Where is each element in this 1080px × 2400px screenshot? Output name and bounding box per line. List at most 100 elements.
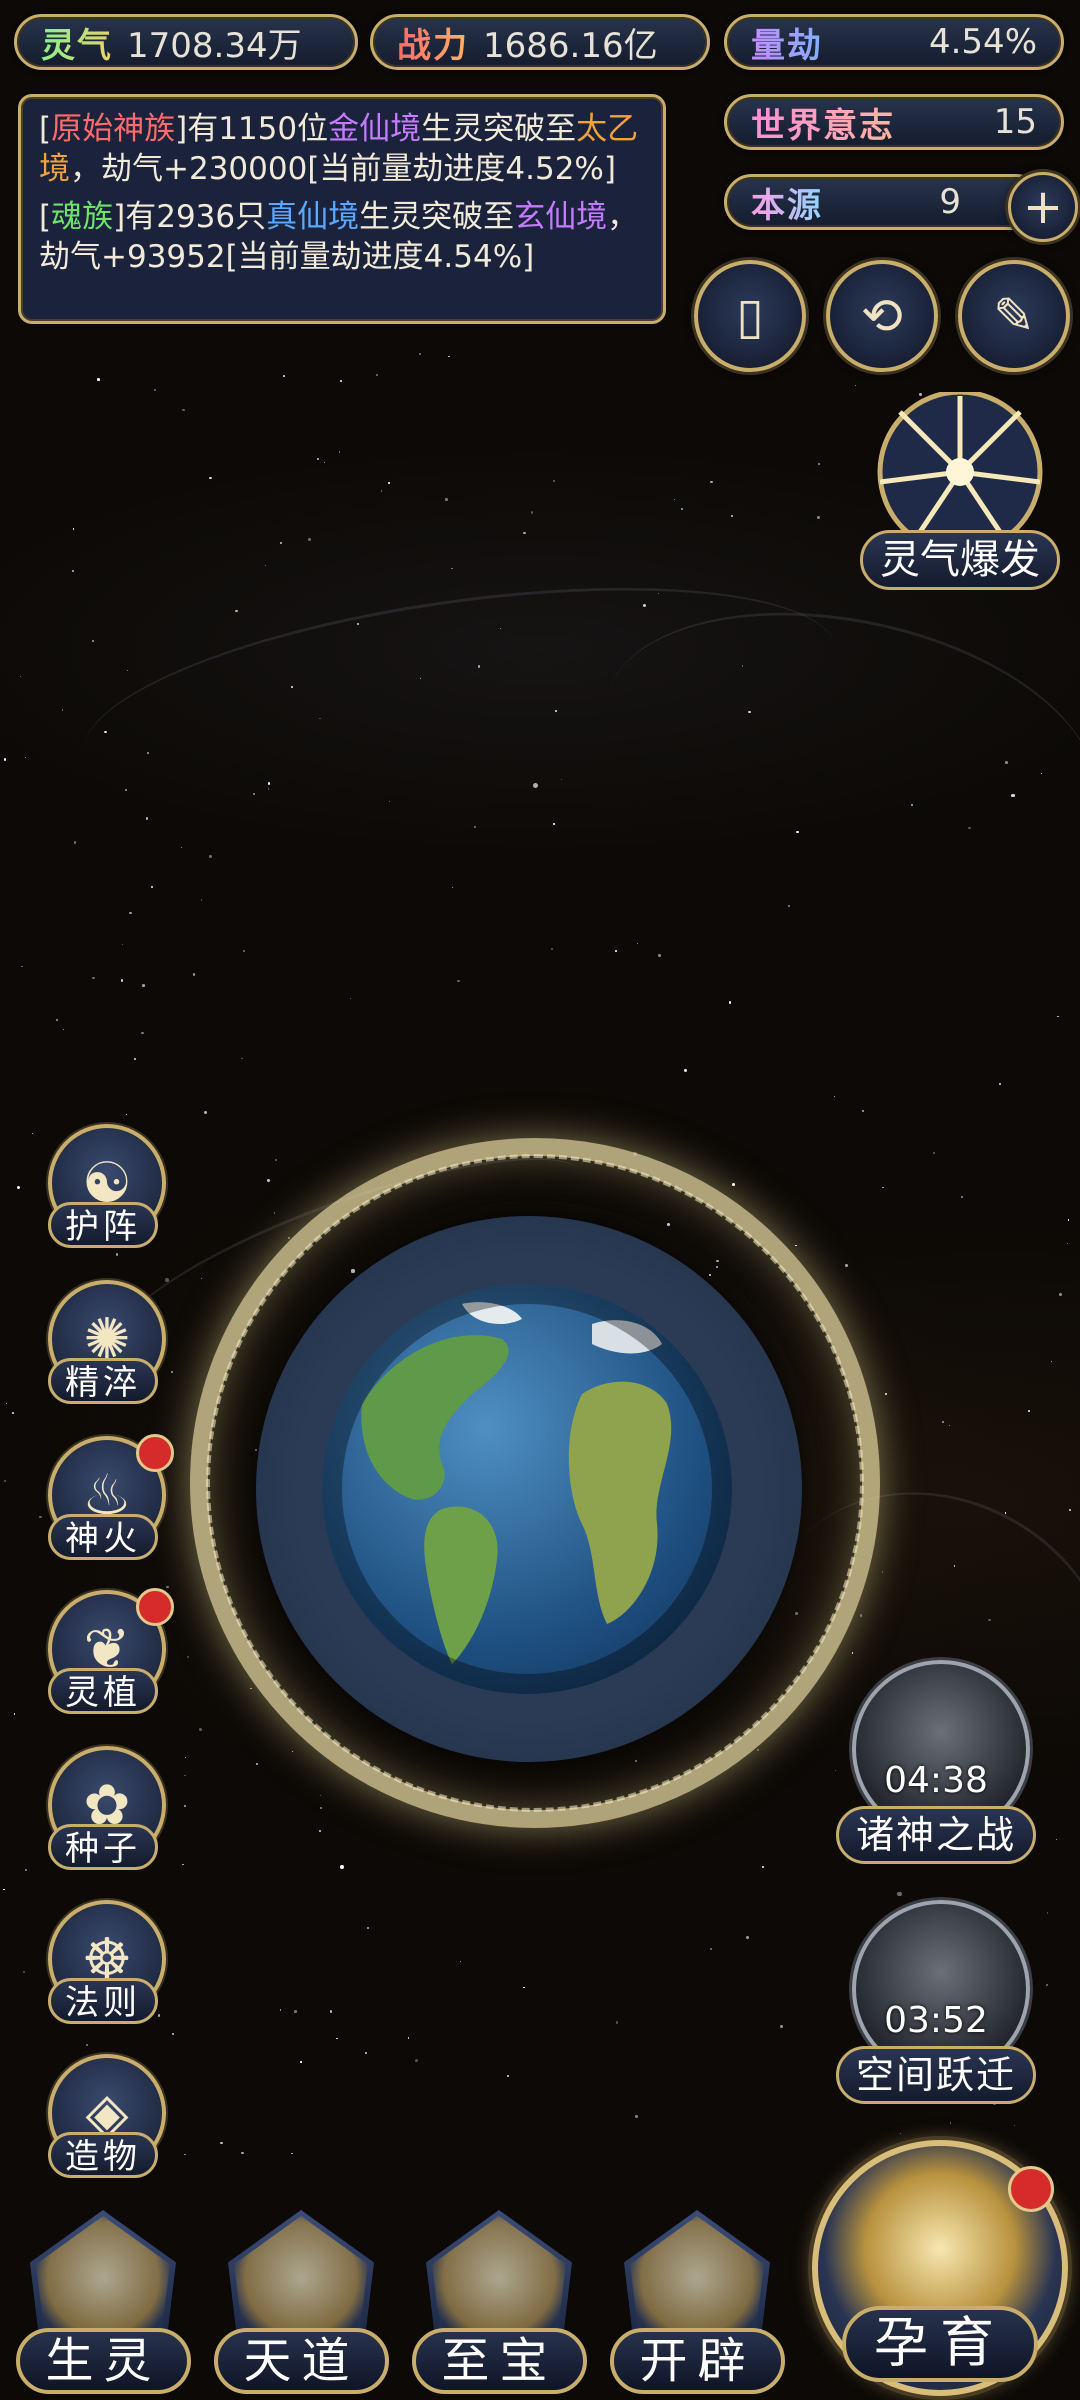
star [756,1749,759,1751]
nav-kaipi[interactable]: 开辟 [610,2210,785,2400]
nav-shengling[interactable]: 生灵 [16,2210,191,2400]
left-menu-button[interactable]: ♨ 神火 [38,1434,174,1566]
star [282,375,285,377]
star [300,2061,302,2063]
star [780,2025,783,2028]
nav-label: 天道 [214,2328,389,2394]
star [851,1652,854,1654]
notification-badge [136,1434,174,1472]
star [523,1986,525,1989]
continents-graphic [322,1284,732,1694]
zhanli-value: 1686.16亿 [483,25,658,66]
benyuan-label: 本源 [751,178,823,227]
left-menu-button[interactable]: ✺ 精淬 [38,1280,168,1410]
star [897,1891,902,1897]
star [340,379,343,382]
yunyu-badge [1008,2166,1054,2212]
lingqi-burst-button[interactable]: 灵气爆发 [860,389,1060,592]
star [787,904,790,907]
star [933,1151,935,1154]
scroll-icon: ✎ [993,287,1035,345]
star [673,498,675,500]
star [380,490,383,492]
log-realm-target: 玄仙境 [514,199,608,235]
left-menu-label: 护阵 [48,1202,158,1248]
scroll-button[interactable]: ✎ [958,260,1070,372]
nav-zhibao[interactable]: 至宝 [412,2210,587,2400]
card-icon: ▯ [736,287,764,345]
star [414,2058,418,2062]
log-text: 有2936只 [125,199,267,235]
event-timer: 04:38 [884,1760,988,1801]
liangjie-value: 4.54% [928,22,1037,62]
star [142,984,145,987]
star [988,1618,991,1621]
burst-label: 灵气爆发 [860,530,1060,590]
zhanli-pill[interactable]: 战力 1686.16亿 [370,14,710,70]
star [530,511,533,514]
star [86,2044,88,2046]
event-space-jump-button[interactable]: 03:52 空间跃迁 [836,1900,1036,2110]
event-gods-war-button[interactable]: 04:38 诸神之战 [836,1660,1036,1870]
left-menu-button[interactable]: ☸ 法则 [38,1900,168,2030]
star [124,788,127,792]
star [942,1420,944,1423]
star [953,1565,956,1567]
star [457,979,460,982]
lingqi-pill[interactable]: 灵气 1708.34万 [14,14,358,70]
star [1067,1219,1070,1221]
star [96,378,100,381]
star [1028,1409,1030,1412]
star [3,1888,5,1890]
log-entry: [魂族]有2936只真仙境生灵突破至玄仙境，劫气+93952[当前量劫进度4.5… [39,199,639,275]
star [388,481,390,484]
card-button[interactable]: ▯ [694,260,806,372]
star [615,2021,619,2024]
star [264,564,266,566]
left-menu-button[interactable]: ❦ 灵植 [38,1588,174,1720]
left-menu-button[interactable]: ✿ 种子 [38,1746,168,1876]
yunyu-button[interactable]: 孕育 [812,2140,1068,2396]
log-entry: [原始神族]有1150位金仙境生灵突破至太乙境，劫气+230000[当前量劫进度… [39,111,639,187]
star [129,911,132,914]
shijie-yizhi-value: 15 [993,102,1037,142]
left-menu-label: 灵植 [48,1668,158,1714]
event-label: 空间跃迁 [836,2046,1036,2104]
star [267,1179,271,1182]
plus-icon: + [1022,179,1064,235]
benyuan-pill[interactable]: 本源 9 [724,174,1044,230]
star [3,758,6,761]
star [141,1031,144,1034]
lingqi-value: 1708.34万 [127,25,302,66]
star [949,2122,952,2124]
nav-label: 开辟 [610,2328,785,2394]
left-menu-label: 神火 [48,1514,158,1560]
star [184,2153,186,2156]
star [267,782,271,785]
star [319,1806,322,1809]
star [1004,760,1008,764]
shijie-yizhi-pill[interactable]: 世界意志 15 [724,94,1064,150]
star [166,1585,169,1588]
star [1069,1508,1072,1511]
nav-label: 生灵 [16,2328,191,2394]
log-text: ，劫气+230000[当前量劫进度4.52%] [70,151,616,187]
benyuan-add-button[interactable]: + [1008,172,1078,242]
star [1057,1015,1059,1018]
left-menu-button[interactable]: ☯ 护阵 [38,1124,168,1254]
event-label: 诸神之战 [836,1806,1036,1864]
notification-badge [136,1588,174,1626]
log-realm: 金仙境 [328,111,422,147]
star [294,2010,297,2013]
star [967,826,971,830]
vortex-button[interactable]: ⟲ [826,260,938,372]
liangjie-pill[interactable]: 量劫 4.54% [724,14,1064,70]
star [356,622,359,625]
nav-tiandao[interactable]: 天道 [214,2210,389,2400]
star [552,480,555,483]
star [273,1212,276,1214]
left-menu-button[interactable]: ◈ 造物 [38,2054,168,2184]
star [71,569,74,572]
planet-globe[interactable] [322,1284,732,1694]
event-timer: 03:52 [884,2000,988,2041]
